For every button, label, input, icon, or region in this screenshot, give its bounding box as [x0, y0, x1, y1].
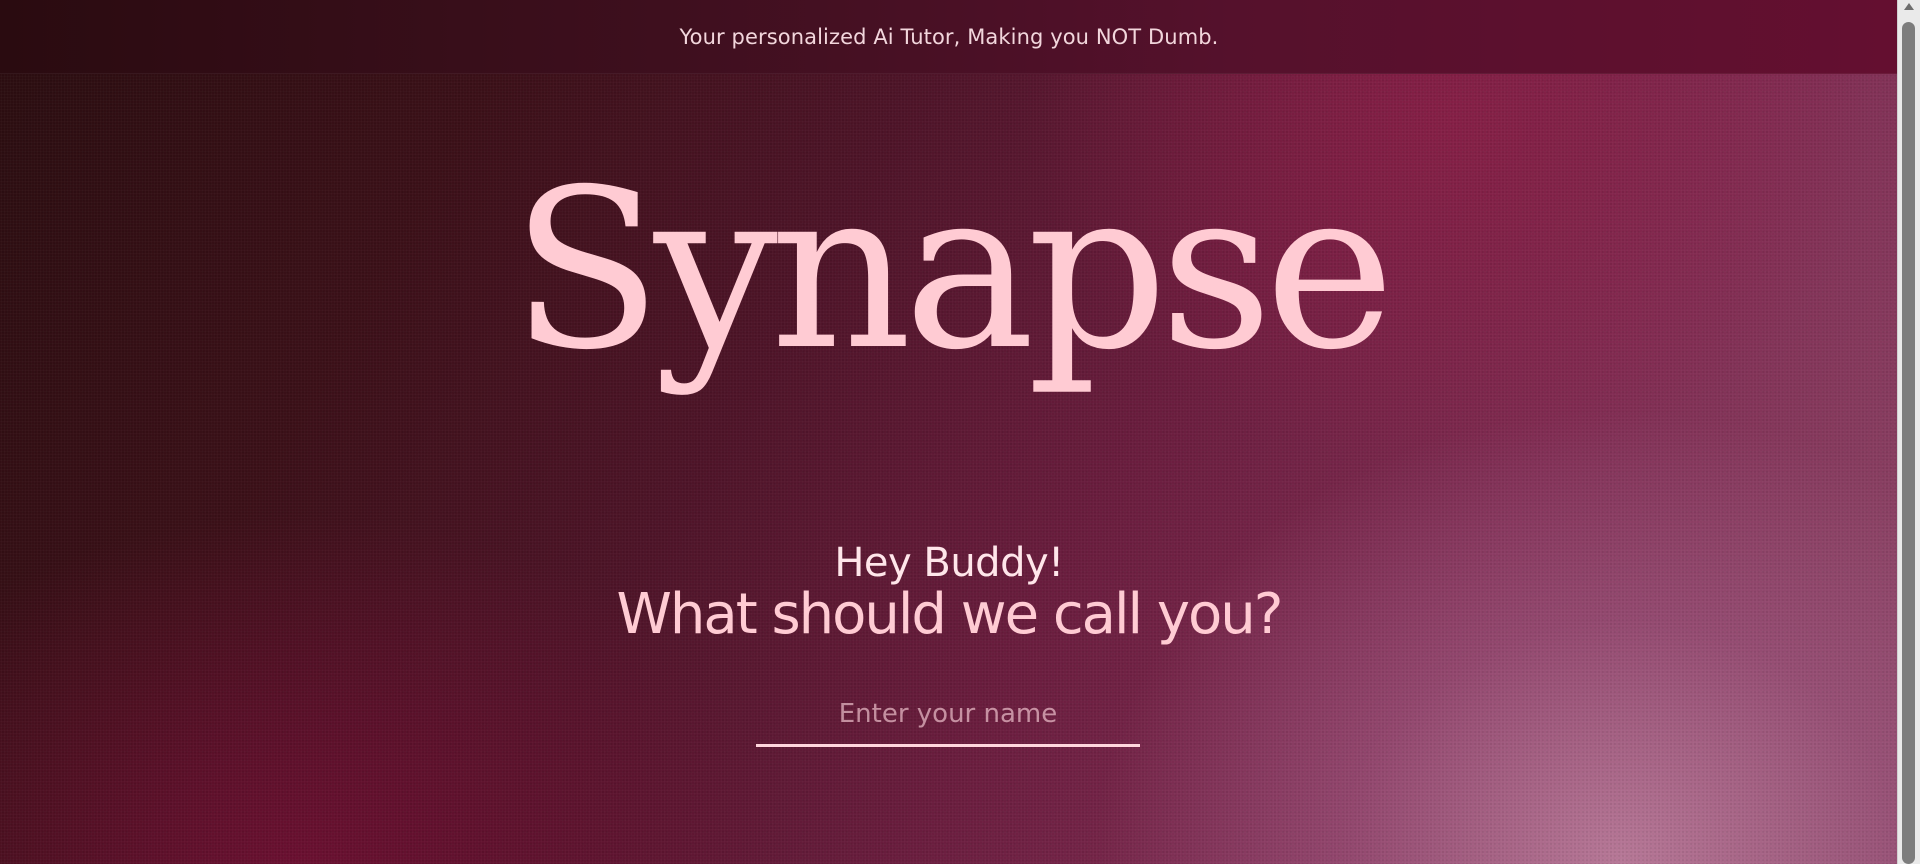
- vertical-scrollbar[interactable]: [1897, 0, 1920, 864]
- name-input[interactable]: [756, 692, 1140, 747]
- banner-tagline: Your personalized Ai Tutor, Making you N…: [679, 24, 1219, 49]
- scrollbar-thumb[interactable]: [1902, 22, 1915, 864]
- greeting-text: Hey Buddy!: [834, 540, 1064, 586]
- scroll-up-arrow-icon[interactable]: [1904, 3, 1914, 10]
- top-banner: Your personalized Ai Tutor, Making you N…: [0, 0, 1898, 74]
- app-logo: Synapse: [511, 142, 1395, 398]
- name-prompt-heading: What should we call you?: [616, 582, 1284, 647]
